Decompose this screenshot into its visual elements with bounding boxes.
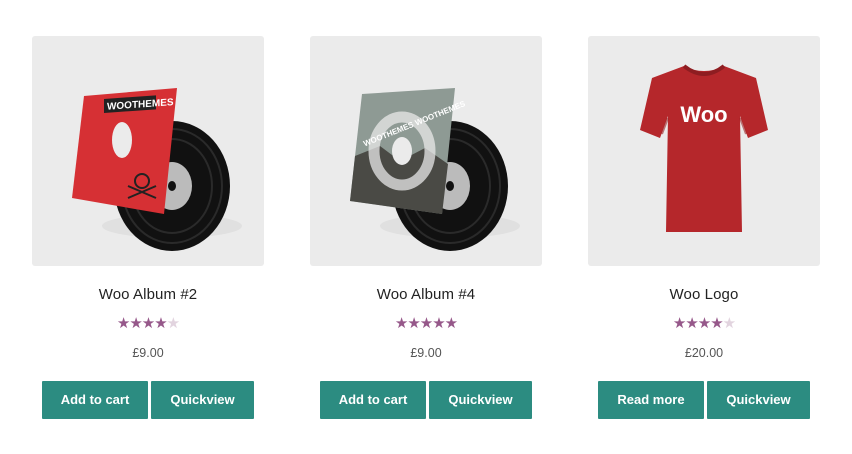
star-icon: ★ <box>154 315 167 332</box>
add-to-cart-button[interactable]: Add to cart <box>42 381 148 419</box>
product-title[interactable]: Woo Album #4 <box>310 286 542 303</box>
product-price: £9.00 <box>410 346 442 360</box>
add-to-cart-button[interactable]: Add to cart <box>320 381 426 419</box>
star-icon: ★ <box>141 315 155 332</box>
product-image[interactable]: WOOTHEMES <box>32 36 264 266</box>
product-card: Woo Woo Logo ★★★★★ £20.00 Read more Quic… <box>588 0 820 454</box>
product-card: WOOTHEMES WOOTHEMES Woo Album #4 ★★★★★ £… <box>310 0 542 454</box>
product-card: WOOTHEMES Woo Album #2 ★★★★★ £9.00 Add t… <box>32 0 264 454</box>
product-price: £20.00 <box>684 346 724 360</box>
product-grid: WOOTHEMES Woo Album #2 ★★★★★ £9.00 Add t… <box>0 0 852 454</box>
star-icon: ★ <box>432 315 445 332</box>
star-icon: ★ <box>116 315 130 332</box>
star-icon: ★ <box>672 315 686 332</box>
star-icon: ★ <box>710 315 723 332</box>
product-image[interactable]: WOOTHEMES WOOTHEMES <box>310 36 542 266</box>
star-rating: ★★★★★ <box>32 316 264 332</box>
star-icon: ★ <box>697 315 711 332</box>
star-icon: ★ <box>129 315 142 332</box>
star-icon: ★ <box>407 315 420 332</box>
star-rating: ★★★★★ <box>310 316 542 332</box>
product-title[interactable]: Woo Logo <box>588 286 820 303</box>
quickview-button[interactable]: Quickview <box>707 381 810 419</box>
star-icon: ★ <box>722 315 736 332</box>
vinyl-album-image: WOOTHEMES <box>72 88 242 251</box>
quickview-button[interactable]: Quickview <box>151 381 254 419</box>
star-icon: ★ <box>685 315 698 332</box>
star-icon: ★ <box>444 315 458 332</box>
star-rating: ★★★★★ <box>588 316 820 332</box>
tshirt-image: Woo <box>640 64 768 232</box>
vinyl-album-image: WOOTHEMES WOOTHEMES <box>350 88 520 251</box>
product-title[interactable]: Woo Album #2 <box>32 286 264 303</box>
star-icon: ★ <box>394 315 408 332</box>
product-price: £9.00 <box>132 346 164 360</box>
product-image[interactable]: Woo <box>588 36 820 266</box>
star-icon: ★ <box>166 315 180 332</box>
quickview-button[interactable]: Quickview <box>429 381 532 419</box>
star-icon: ★ <box>419 315 433 332</box>
svg-text:Woo: Woo <box>680 102 727 127</box>
read-more-button[interactable]: Read more <box>598 381 704 419</box>
